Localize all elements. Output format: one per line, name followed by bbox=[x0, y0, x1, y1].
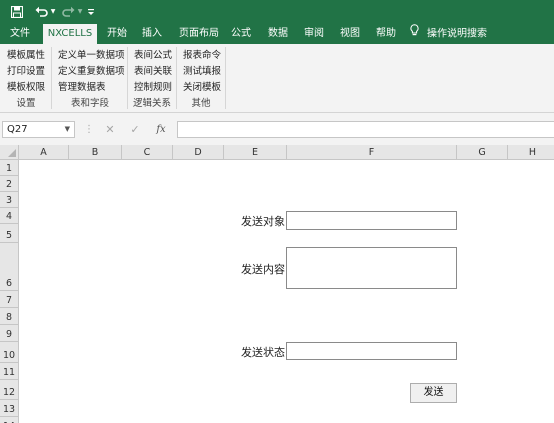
redo-icon[interactable] bbox=[60, 0, 76, 23]
row-header-4[interactable]: 4 bbox=[0, 208, 19, 224]
tab-help[interactable]: 帮助 bbox=[371, 23, 401, 44]
tab-nxcells[interactable]: NXCELLS bbox=[43, 24, 97, 44]
row-header-5[interactable]: 5 bbox=[0, 224, 19, 243]
title-bar: ▼ ▼ bbox=[0, 0, 554, 23]
content-field[interactable] bbox=[286, 247, 457, 289]
tab-page-layout[interactable]: 页面布局 bbox=[175, 23, 223, 44]
status-label: 发送状态 bbox=[241, 346, 285, 359]
row-header-6[interactable]: 6 bbox=[0, 243, 19, 291]
group-label-tables-fields: 表和字段 bbox=[70, 98, 109, 109]
column-header-d[interactable]: D bbox=[173, 145, 224, 160]
test-fill-button[interactable]: 测试填报 bbox=[183, 65, 221, 79]
redo-dropdown-icon[interactable]: ▼ bbox=[76, 0, 84, 23]
group-label-settings: 设置 bbox=[16, 98, 36, 109]
insert-function-button[interactable]: fx bbox=[152, 121, 170, 138]
table-relation-button[interactable]: 表间关联 bbox=[134, 65, 172, 79]
tab-formulas[interactable]: 公式 bbox=[226, 23, 256, 44]
template-permissions-button[interactable]: 模板权限 bbox=[7, 81, 45, 95]
tab-file[interactable]: 文件 bbox=[4, 23, 36, 44]
save-icon[interactable] bbox=[9, 0, 25, 23]
row-header-9[interactable]: 9 bbox=[0, 325, 19, 342]
undo-dropdown-icon[interactable]: ▼ bbox=[49, 0, 57, 23]
row-header-1[interactable]: 1 bbox=[0, 160, 19, 176]
chevron-down-icon[interactable]: ▼ bbox=[65, 122, 70, 137]
column-header-e[interactable]: E bbox=[224, 145, 287, 160]
template-properties-button[interactable]: 模板属性 bbox=[7, 49, 45, 63]
row-header-3[interactable]: 3 bbox=[0, 192, 19, 208]
close-template-button[interactable]: 关闭模板 bbox=[183, 81, 221, 95]
group-separator bbox=[225, 47, 226, 109]
recipient-label: 发送对象 bbox=[241, 215, 285, 228]
tell-me-search[interactable]: 操作说明搜索 bbox=[410, 23, 498, 44]
lightbulb-icon bbox=[410, 23, 419, 44]
row-header-11[interactable]: 11 bbox=[0, 363, 19, 380]
column-header-f[interactable]: F bbox=[287, 145, 457, 160]
ribbon-tabs: 文件 NXCELLS 开始 插入 页面布局 公式 数据 审阅 视图 帮助 操作说… bbox=[0, 23, 554, 44]
name-box-value: Q27 bbox=[7, 124, 28, 135]
tab-insert[interactable]: 插入 bbox=[137, 23, 167, 44]
formula-input[interactable] bbox=[177, 121, 554, 138]
row-header-14[interactable]: 14 bbox=[0, 417, 19, 423]
tab-data[interactable]: 数据 bbox=[263, 23, 293, 44]
tab-review[interactable]: 审阅 bbox=[299, 23, 329, 44]
row-header-7[interactable]: 7 bbox=[0, 291, 19, 308]
formula-bar: Q27 ▼ ⋮ ✕ ✓ fx bbox=[0, 113, 554, 145]
enter-icon[interactable]: ✓ bbox=[127, 121, 143, 138]
manage-tables-button[interactable]: 管理数据表 bbox=[58, 81, 106, 95]
row-header-12[interactable]: 12 bbox=[0, 380, 19, 400]
row-header-13[interactable]: 13 bbox=[0, 400, 19, 417]
column-header-g[interactable]: G bbox=[457, 145, 508, 160]
select-all-button[interactable] bbox=[0, 145, 19, 160]
drag-handle-icon[interactable]: ⋮ bbox=[84, 121, 94, 138]
define-single-item-button[interactable]: 定义单一数据项 bbox=[58, 49, 125, 63]
row-header-8[interactable]: 8 bbox=[0, 308, 19, 325]
table-formula-button[interactable]: 表间公式 bbox=[134, 49, 172, 63]
group-label-other: 其他 bbox=[191, 98, 211, 109]
define-repeat-item-button[interactable]: 定义重复数据项 bbox=[58, 65, 125, 79]
column-header-a[interactable]: A bbox=[19, 145, 69, 160]
send-button[interactable]: 发送 bbox=[410, 383, 457, 403]
column-header-b[interactable]: B bbox=[69, 145, 122, 160]
group-separator bbox=[127, 47, 128, 109]
worksheet-grid[interactable]: A B C D E F G H 1 2 3 4 5 6 7 8 9 10 11 … bbox=[0, 145, 554, 423]
column-header-h[interactable]: H bbox=[508, 145, 554, 160]
row-header-2[interactable]: 2 bbox=[0, 176, 19, 192]
customize-icon[interactable] bbox=[85, 0, 97, 23]
group-separator bbox=[51, 47, 52, 109]
column-header-c[interactable]: C bbox=[122, 145, 173, 160]
cancel-icon[interactable]: ✕ bbox=[102, 121, 118, 138]
tell-me-label: 操作说明搜索 bbox=[427, 28, 487, 40]
recipient-field[interactable] bbox=[286, 211, 457, 230]
tab-home[interactable]: 开始 bbox=[102, 23, 132, 44]
row-header-10[interactable]: 10 bbox=[0, 342, 19, 363]
name-box[interactable]: Q27 ▼ bbox=[2, 121, 75, 138]
undo-icon[interactable] bbox=[33, 0, 49, 23]
tab-view[interactable]: 视图 bbox=[335, 23, 365, 44]
content-label: 发送内容 bbox=[241, 263, 285, 276]
report-command-button[interactable]: 报表命令 bbox=[183, 49, 221, 63]
print-settings-button[interactable]: 打印设置 bbox=[7, 65, 45, 79]
group-separator bbox=[176, 47, 177, 109]
ribbon-body: 模板属性 打印设置 模板权限 设置 定义单一数据项 定义重复数据项 管理数据表 … bbox=[0, 44, 554, 113]
group-label-logic: 逻辑关系 bbox=[132, 98, 171, 109]
control-rules-button[interactable]: 控制规则 bbox=[134, 81, 172, 95]
status-field[interactable] bbox=[286, 342, 457, 360]
